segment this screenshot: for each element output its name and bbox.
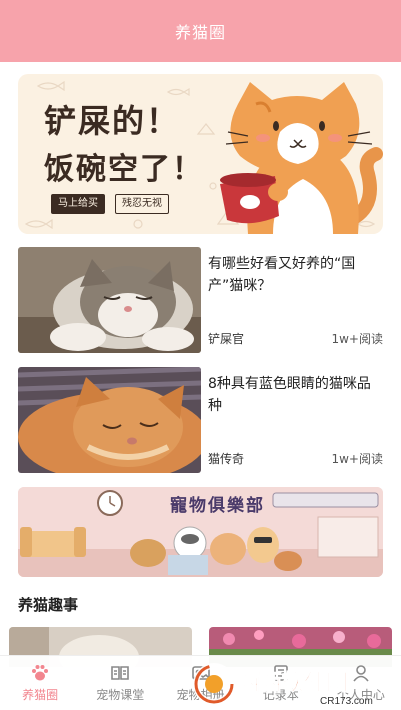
book-icon — [109, 663, 131, 683]
buy-now-button[interactable]: 马上给买 — [51, 194, 105, 214]
site-watermark: 西西软件园 CR173.com — [190, 660, 401, 710]
ignore-button[interactable]: 残忍无视 — [115, 194, 169, 214]
article-thumbnail — [18, 367, 201, 473]
watermark-logo-icon: 西西软件园 CR173.com — [193, 663, 373, 707]
article-author: 猫传奇 — [208, 452, 245, 466]
paw-icon — [29, 663, 51, 683]
article-card[interactable]: 有哪些好看又好养的“国产”猫咪？ 铲屎官 1w+阅读 — [18, 247, 383, 353]
tab-label: 宠物课堂 — [96, 688, 145, 702]
pet-club-title: 寵物俱樂部 — [170, 496, 265, 516]
article-author: 铲屎官 — [208, 332, 245, 346]
banner-headline: 铲屎的！ — [44, 102, 181, 140]
watermark-brand: 西西软件园 — [238, 670, 348, 695]
watermark-url: CR173.com — [320, 696, 373, 707]
article-card[interactable]: 8种具有蓝色眼睛的猫咪品种 猫传奇 1w+阅读 — [18, 367, 383, 473]
article-read-count: 1w+阅读 — [331, 452, 383, 466]
article-headline[interactable]: 8种具有蓝色眼睛的猫咪品种 — [208, 373, 383, 417]
tab-label: 养猫圈 — [22, 688, 59, 702]
article-headline[interactable]: 有哪些好看又好养的“国产”猫咪？ — [208, 253, 383, 297]
cat-illustration — [220, 82, 383, 234]
tab-pet-class[interactable]: 宠物课堂 — [80, 656, 160, 710]
article-read-count: 1w+阅读 — [331, 332, 383, 346]
banner-subheadline: 饭碗空了！ — [44, 152, 204, 187]
hero-banner[interactable]: 铲屎的！ 饭碗空了！ 马上给买 残忍无视 — [18, 74, 383, 234]
article-thumbnail — [18, 247, 201, 353]
top-bar: 养猫圈 — [0, 0, 401, 62]
tab-cat-circle[interactable]: 养猫圈 — [0, 656, 80, 710]
pet-club-banner[interactable]: 寵物俱樂部 — [18, 487, 383, 577]
page-title: 养猫圈 — [174, 23, 226, 42]
section-title: 养猫趣事 — [18, 596, 79, 614]
